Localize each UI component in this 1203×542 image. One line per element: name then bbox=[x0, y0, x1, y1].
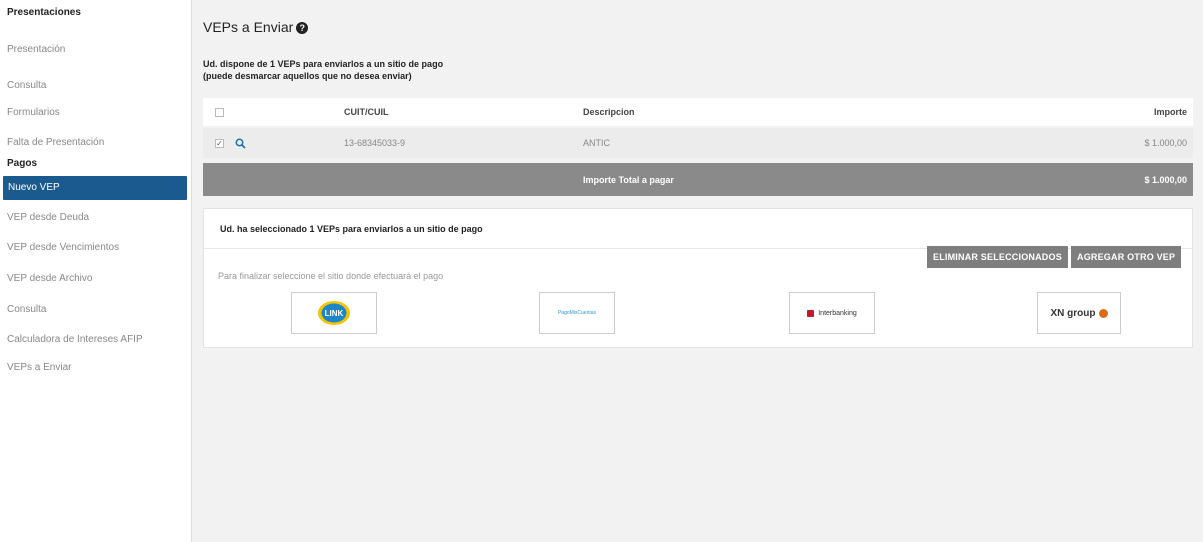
row-descripcion: ANTIC bbox=[583, 138, 610, 148]
page-title-text: VEPs a Enviar bbox=[203, 19, 294, 35]
column-header-descripcion: Descripcion bbox=[583, 107, 635, 117]
link-logo-text: LINK bbox=[324, 308, 344, 318]
sidebar-section-pagos: Pagos bbox=[7, 158, 38, 169]
payment-site-xn-group[interactable]: XN group bbox=[1037, 292, 1121, 334]
sidebar-item-consulta[interactable]: Consulta bbox=[7, 80, 46, 91]
sidebar-item-calculadora[interactable]: Calculadora de Intereses AFIP bbox=[7, 334, 143, 345]
row-checkbox[interactable]: ✓ bbox=[215, 138, 224, 148]
interbanking-icon bbox=[807, 309, 815, 317]
column-header-cuit: CUIT/CUIL bbox=[344, 107, 389, 117]
intro-line-2: (puede desmarcar aquellos que no desea e… bbox=[203, 71, 412, 81]
panel-header: Ud. ha seleccionado 1 VEPs para enviarlo… bbox=[204, 209, 1192, 249]
agregar-otro-vep-button[interactable]: AGREGAR OTRO VEP bbox=[1071, 246, 1182, 268]
finalize-instruction: Para finalizar seleccione el sitio donde… bbox=[218, 271, 444, 281]
table-header: CUIT/CUIL Descripcion Importe bbox=[203, 98, 1193, 126]
payment-site-pagomiscuentas[interactable]: PagoMisCuentas bbox=[539, 292, 615, 334]
total-row: Importe Total a pagar $ 1.000,00 bbox=[203, 163, 1193, 196]
sidebar-item-vep-deuda[interactable]: VEP desde Deuda bbox=[7, 212, 89, 223]
sidebar: Presentaciones Presentación Consulta For… bbox=[0, 0, 192, 542]
table-row: ✓ 13-68345033-9 ANTIC $ 1.000,00 bbox=[203, 128, 1193, 158]
eliminar-seleccionados-button[interactable]: ELIMINAR SELECCIONADOS bbox=[927, 246, 1068, 268]
help-icon[interactable]: ? bbox=[296, 22, 309, 34]
sidebar-item-formularios[interactable]: Formularios bbox=[7, 107, 60, 118]
sidebar-item-consulta-pagos[interactable]: Consulta bbox=[7, 304, 46, 315]
payment-site-link[interactable]: LINK bbox=[291, 292, 377, 334]
xn-group-icon bbox=[1098, 308, 1108, 318]
row-cuit: 13-68345033-9 bbox=[344, 138, 406, 148]
sidebar-item-falta-presentacion[interactable]: Falta de Presentación bbox=[7, 137, 104, 148]
sidebar-item-veps-enviar[interactable]: VEPs a Enviar bbox=[7, 362, 71, 373]
interbanking-logo-text: Interbanking bbox=[818, 309, 857, 317]
xn-group-logo-text: XN group bbox=[1050, 307, 1096, 319]
pagomiscuentas-logo-text: PagoMisCuentas bbox=[557, 310, 597, 316]
column-header-importe: Importe bbox=[1153, 107, 1187, 117]
intro-text: Ud. dispone de 1 VEPs para enviarlos a u… bbox=[203, 58, 443, 82]
sidebar-item-vep-vencimientos[interactable]: VEP desde Vencimientos bbox=[7, 242, 119, 253]
search-icon[interactable] bbox=[235, 128, 246, 158]
row-importe: $ 1.000,00 bbox=[1144, 138, 1187, 148]
sidebar-section-presentaciones: Presentaciones bbox=[7, 7, 81, 18]
selection-message: Ud. ha seleccionado 1 VEPs para enviarlo… bbox=[220, 224, 483, 234]
sidebar-item-presentacion[interactable]: Presentación bbox=[7, 44, 65, 55]
total-label: Importe Total a pagar bbox=[583, 174, 674, 185]
intro-line-1: Ud. dispone de 1 VEPs para enviarlos a u… bbox=[203, 59, 444, 69]
page-title: VEPs a Enviar? bbox=[203, 19, 309, 35]
select-all-checkbox[interactable] bbox=[215, 107, 224, 117]
sidebar-item-nuevo-vep[interactable]: Nuevo VEP bbox=[3, 176, 187, 200]
sidebar-item-vep-archivo[interactable]: VEP desde Archivo bbox=[7, 273, 92, 284]
payment-panel: Ud. ha seleccionado 1 VEPs para enviarlo… bbox=[203, 208, 1193, 348]
main-content: VEPs a Enviar? Ud. dispone de 1 VEPs par… bbox=[203, 0, 1193, 542]
payment-site-interbanking[interactable]: Interbanking bbox=[789, 292, 875, 334]
total-value: $ 1.000,00 bbox=[1144, 174, 1187, 185]
